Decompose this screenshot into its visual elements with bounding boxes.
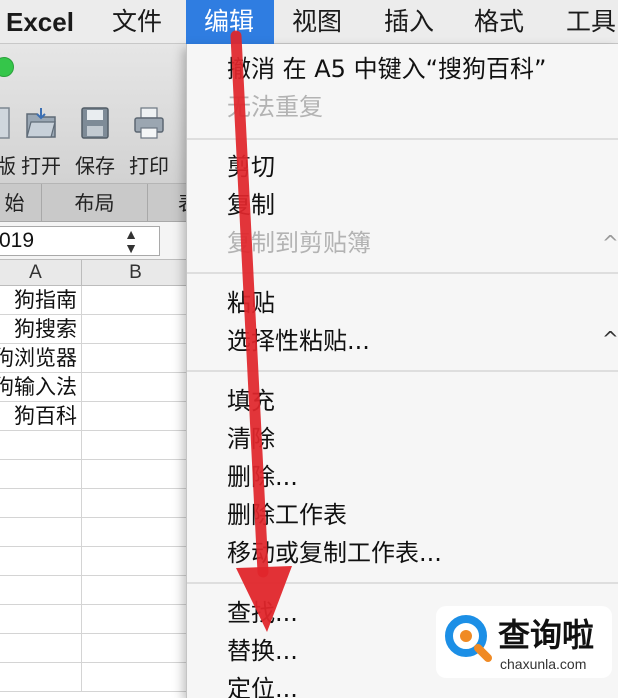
logo-url: chaxunla.com (500, 656, 587, 672)
table-row: 狗浏览器 (0, 344, 190, 373)
menu-insert[interactable]: 插入 (384, 0, 434, 44)
cell-b9[interactable] (82, 518, 190, 547)
menu-item-undo[interactable]: 撤消 在 A5 中键入“搜狗百科” (227, 50, 546, 88)
chevron-up-icon: ^ (602, 327, 618, 351)
menu-separator (187, 370, 618, 372)
menu-item-replace[interactable]: 替换... (227, 632, 298, 670)
cell-b8[interactable] (82, 489, 190, 518)
menu-item-find[interactable]: 查找... (227, 594, 298, 632)
toolbar-open-button[interactable]: 打开 (18, 106, 64, 186)
cell-b11[interactable] (82, 576, 190, 605)
cell-a1[interactable]: 狗指南 (0, 286, 82, 315)
cell-a10[interactable] (0, 547, 82, 576)
open-folder-icon (26, 108, 56, 138)
menu-item-copy[interactable]: 复制 (227, 186, 275, 224)
cell-b5[interactable] (82, 402, 190, 431)
menu-item-copy-to-scrapbook: 复制到剪贴簿 (227, 229, 371, 257)
table-row: 狗指南 (0, 286, 190, 315)
menu-item-move-copy-sheet[interactable]: 移动或复制工作表... (227, 534, 442, 572)
logo-text: 查询啦 (498, 616, 595, 654)
formula-bar: 019 ▲ ▼ (0, 222, 190, 260)
table-row (0, 547, 190, 576)
window-zoom-button[interactable] (0, 57, 14, 77)
table-row: 狗输入法 (0, 373, 190, 402)
cell-a13[interactable] (0, 634, 82, 663)
worksheet-grid: A B 狗指南 狗搜索 狗浏览器 狗输入法 狗百科 (0, 260, 190, 698)
printer-icon (134, 107, 164, 139)
table-row (0, 634, 190, 663)
chaxunla-logo: 查询啦 chaxunla.com (436, 606, 612, 678)
excel-window: 版 打开 保存 打印 始 布局 019 ▲ ▼ A B 狗指南 狗搜索 狗浏览器… (0, 44, 208, 698)
menu-format[interactable]: 格式 (474, 0, 524, 44)
cell-b13[interactable] (82, 634, 190, 663)
standard-toolbar: 版 打开 保存 打印 (0, 44, 190, 184)
cell-a5[interactable]: 狗百科 (0, 402, 82, 431)
table-row (0, 663, 190, 692)
table-row (0, 489, 190, 518)
cell-b12[interactable] (82, 605, 190, 634)
name-box-stepper[interactable]: ▲ ▼ (117, 227, 145, 255)
table-row (0, 518, 190, 547)
cell-b7[interactable] (82, 460, 190, 489)
name-box[interactable]: 019 ▲ ▼ (0, 226, 160, 256)
cell-b3[interactable] (82, 344, 190, 373)
cell-b6[interactable] (82, 431, 190, 460)
table-row (0, 576, 190, 605)
menu-app-excel[interactable]: Excel (6, 0, 74, 44)
cell-a8[interactable] (0, 489, 82, 518)
menu-tools[interactable]: 工具 (566, 0, 616, 44)
menu-separator (187, 582, 618, 584)
menu-edit[interactable]: 编辑 (186, 0, 274, 44)
menu-item-paste[interactable]: 粘贴 (227, 284, 275, 322)
search-magnifier-icon (445, 615, 492, 662)
chevron-up-icon: ^ (602, 231, 618, 255)
column-header-b[interactable]: B (82, 260, 190, 286)
save-disk-icon (81, 107, 109, 139)
menu-item-paste-special[interactable]: 选择性粘贴... (227, 322, 370, 360)
toolbar-template-button[interactable]: 版 (0, 106, 20, 186)
menu-separator (187, 138, 618, 140)
table-row: 狗百科 (0, 402, 190, 431)
cell-b14[interactable] (82, 663, 190, 692)
menu-item-delete-sheet[interactable]: 删除工作表 (227, 496, 347, 534)
cell-b2[interactable] (82, 315, 190, 344)
menu-item-cut[interactable]: 剪切 (227, 148, 275, 186)
cell-a4[interactable]: 狗输入法 (0, 373, 82, 402)
table-row (0, 605, 190, 634)
menu-bar: Excel 文件 编辑 视图 插入 格式 工具 (0, 0, 618, 44)
ribbon-tabs: 始 布局 表 (0, 184, 208, 222)
cell-a9[interactable] (0, 518, 82, 547)
toolbar-save-button[interactable]: 保存 (72, 106, 118, 186)
cell-a3[interactable]: 狗浏览器 (0, 344, 82, 373)
menu-item-redo: 无法重复 (227, 93, 323, 121)
menu-item-clear[interactable]: 清除 (227, 420, 275, 458)
table-row: 狗搜索 (0, 315, 190, 344)
cell-a2[interactable]: 狗搜索 (0, 315, 82, 344)
ribbon-tab-home[interactable]: 始 (0, 184, 42, 222)
cell-a6[interactable] (0, 431, 82, 460)
menu-view[interactable]: 视图 (292, 0, 342, 44)
edit-menu-dropdown: 撤消 在 A5 中键入“搜狗百科” 无法重复 剪切 复制 复制到剪贴簿 ^ 粘贴… (186, 44, 618, 698)
menu-separator (187, 272, 618, 274)
name-box-value: 019 (0, 229, 35, 252)
cell-a11[interactable] (0, 576, 82, 605)
column-header-a[interactable]: A (0, 260, 82, 286)
cell-a7[interactable] (0, 460, 82, 489)
cell-b1[interactable] (82, 286, 190, 315)
cell-a14[interactable] (0, 663, 82, 692)
menu-item-goto[interactable]: 定位... (227, 670, 298, 698)
toolbar-print-button[interactable]: 打印 (126, 106, 172, 186)
table-row (0, 460, 190, 489)
menu-file[interactable]: 文件 (112, 0, 162, 44)
cell-b4[interactable] (82, 373, 190, 402)
ribbon-tab-layout[interactable]: 布局 (42, 184, 148, 222)
cell-b10[interactable] (82, 547, 190, 576)
template-icon (0, 107, 10, 139)
menu-item-delete[interactable]: 删除... (227, 458, 298, 496)
table-row (0, 431, 190, 460)
menu-item-fill[interactable]: 填充 (227, 382, 275, 420)
cell-a12[interactable] (0, 605, 82, 634)
